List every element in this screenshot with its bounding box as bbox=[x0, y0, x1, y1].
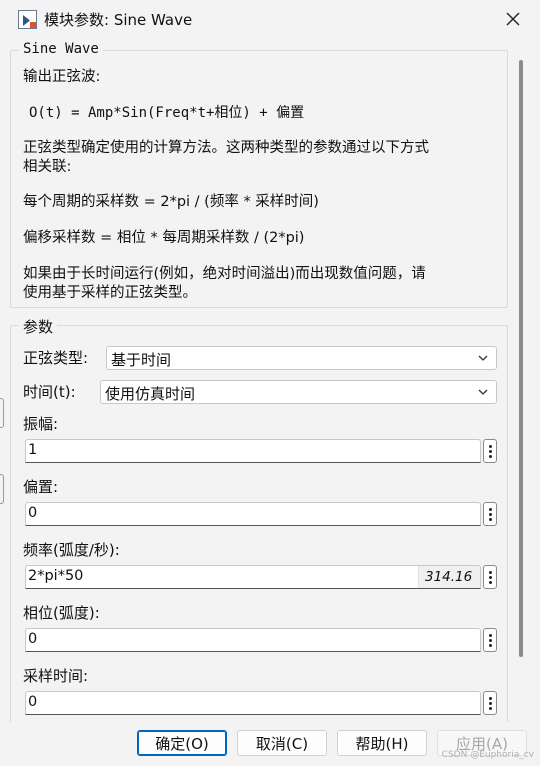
description-line: 偏移采样数 = 相位 * 每周期采样数 / (2*pi) bbox=[23, 230, 305, 246]
amplitude-value: 1 bbox=[28, 442, 38, 458]
close-button[interactable] bbox=[500, 6, 526, 32]
sine-type-label: 正弦类型: bbox=[23, 349, 89, 367]
time-label: 时间(t): bbox=[23, 383, 76, 401]
bias-options-button[interactable] bbox=[483, 502, 497, 526]
bias-label: 偏置: bbox=[23, 478, 59, 496]
description-line: 每个周期的采样数 = 2*pi / (频率 * 采样时间) bbox=[23, 194, 319, 210]
sample-time-label: 采样时间: bbox=[23, 667, 89, 685]
parameters-group: 参数 正弦类型: 基于时间 时间(t): 使用仿真时间 振幅: 1 偏置: 0 … bbox=[10, 316, 508, 722]
sine-type-value: 基于时间 bbox=[111, 351, 172, 369]
frequency-evaluated-value: 314.16 bbox=[418, 566, 480, 588]
amplitude-label: 振幅: bbox=[23, 415, 59, 433]
parameters-legend: 参数 bbox=[19, 316, 58, 337]
title-bar: 模块参数: Sine Wave bbox=[0, 0, 540, 38]
sample-time-options-button[interactable] bbox=[483, 691, 497, 715]
description-line: 正弦类型确定使用的计算方法。这两种类型的参数通过以下方式 bbox=[23, 140, 429, 156]
vertical-scrollbar[interactable] bbox=[519, 60, 523, 657]
bias-field[interactable]: 0 bbox=[25, 502, 481, 526]
description-line: 输出正弦波: bbox=[23, 69, 101, 85]
simulink-block-icon bbox=[18, 10, 37, 29]
window-title: 模块参数: Sine Wave bbox=[44, 11, 193, 29]
cancel-button[interactable]: 取消(C) bbox=[237, 730, 327, 756]
phase-value: 0 bbox=[28, 631, 38, 647]
description-line: 相关联: bbox=[23, 159, 72, 175]
bias-value: 0 bbox=[28, 505, 38, 521]
ok-button[interactable]: 确定(O) bbox=[137, 730, 227, 756]
background-window-edge bbox=[0, 398, 4, 428]
frequency-field[interactable]: 2*pi*50 314.16 bbox=[25, 565, 481, 589]
amplitude-field[interactable]: 1 bbox=[25, 439, 481, 463]
phase-field[interactable]: 0 bbox=[25, 628, 481, 652]
description-line: 如果由于长时间运行(例如，绝对时间溢出)而出现数值问题，请 bbox=[23, 266, 426, 282]
sample-time-value: 0 bbox=[28, 694, 38, 710]
dialog-content[interactable]: Sine Wave 输出正弦波: O(t) = Amp*Sin(Freq*t+相… bbox=[10, 38, 517, 722]
description-group: Sine Wave 输出正弦波: O(t) = Amp*Sin(Freq*t+相… bbox=[10, 41, 508, 308]
amplitude-options-button[interactable] bbox=[483, 439, 497, 463]
time-select[interactable]: 使用仿真时间 bbox=[100, 380, 497, 404]
description-formula: O(t) = Amp*Sin(Freq*t+相位) + 偏置 bbox=[29, 105, 305, 121]
chevron-down-icon bbox=[478, 389, 488, 395]
phase-options-button[interactable] bbox=[483, 628, 497, 652]
frequency-options-button[interactable] bbox=[483, 565, 497, 589]
description-legend: Sine Wave bbox=[19, 41, 103, 57]
sample-time-field[interactable]: 0 bbox=[25, 691, 481, 715]
watermark: CSDN @Euphoria_cv bbox=[441, 750, 534, 760]
chevron-down-icon bbox=[478, 355, 488, 361]
dialog-footer: 确定(O) 取消(C) 帮助(H) 应用(A) CSDN @Euphoria_c… bbox=[0, 722, 540, 766]
time-value: 使用仿真时间 bbox=[105, 385, 196, 403]
background-window-edge bbox=[0, 474, 4, 504]
help-button[interactable]: 帮助(H) bbox=[337, 730, 427, 756]
frequency-label: 频率(弧度/秒): bbox=[23, 541, 120, 559]
phase-label: 相位(弧度): bbox=[23, 604, 100, 622]
description-line: 使用基于采样的正弦类型。 bbox=[23, 285, 197, 301]
close-icon bbox=[506, 12, 520, 26]
sine-type-select[interactable]: 基于时间 bbox=[106, 346, 497, 370]
frequency-value: 2*pi*50 bbox=[28, 568, 84, 584]
